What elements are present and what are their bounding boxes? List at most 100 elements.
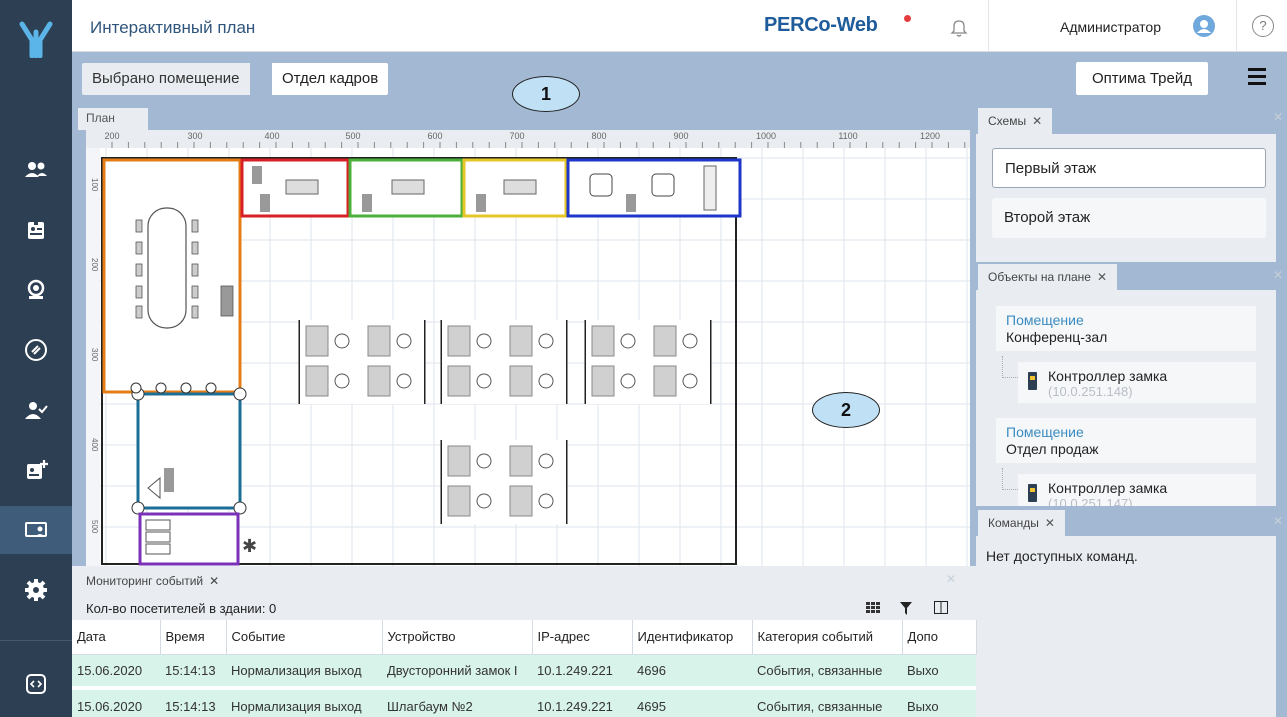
- list-item[interactable]: Контроллер замка (10.0.251.148): [1018, 362, 1256, 403]
- collapse-sidebar-icon[interactable]: [0, 660, 72, 708]
- id-card-icon[interactable]: [0, 206, 72, 254]
- right-panels: Схемы ✕ ✕ Первый этаж Второй этаж Объекты…: [976, 104, 1287, 717]
- list-item[interactable]: Помещение Конференц-зал: [996, 306, 1256, 351]
- visitors-count: Кол-во посетителей в здании: 0: [86, 601, 277, 616]
- plant-icon: ✱: [242, 536, 257, 556]
- table-cell: Нормализация выход: [226, 686, 382, 717]
- ruler-label: 900: [673, 131, 688, 141]
- column-header[interactable]: Событие: [226, 620, 383, 655]
- staff-icon[interactable]: [0, 146, 72, 194]
- user-name[interactable]: Администратор: [1060, 19, 1161, 35]
- table-row[interactable]: 15.06.2020 15:14:13 Нормализация выход Ш…: [72, 686, 976, 717]
- header-divider: [988, 0, 989, 52]
- device-ip: (10.0.251.148): [1048, 384, 1133, 399]
- close-icon[interactable]: ✕: [946, 572, 956, 586]
- device-name: Контроллер замка: [1048, 368, 1168, 384]
- table-cell: 4695: [632, 686, 752, 717]
- user-check-icon[interactable]: [0, 386, 72, 434]
- table-cell: 15:14:13: [160, 686, 226, 717]
- access-icon[interactable]: [0, 266, 72, 314]
- list-item[interactable]: Контроллер замка (10.0.251.147): [1018, 474, 1256, 506]
- add-card-icon[interactable]: [0, 446, 72, 494]
- commands-empty: Нет доступных команд.: [986, 548, 1138, 564]
- device-ip: (10.0.251.147): [1048, 496, 1133, 506]
- monitor-tools: [866, 601, 956, 617]
- close-icon[interactable]: ✕: [1273, 514, 1283, 528]
- events-table: Дата Время Событие Устройство IP-адрес И…: [72, 620, 977, 717]
- commands-panel: Нет доступных команд.: [976, 536, 1276, 717]
- table-cell: 15.06.2020: [72, 654, 160, 688]
- object-name: Конференц-зал: [1006, 329, 1108, 345]
- sidebar: [0, 0, 72, 717]
- column-header[interactable]: Время: [160, 620, 227, 655]
- column-header[interactable]: Идентификатор: [632, 620, 753, 655]
- room-hr-selected[interactable]: [136, 392, 242, 510]
- room-storage[interactable]: [138, 512, 240, 566]
- interactive-plan-icon[interactable]: [0, 506, 72, 554]
- settings-gear-icon[interactable]: [0, 566, 72, 614]
- close-icon[interactable]: ✕: [1273, 110, 1283, 124]
- ruler-label: 700: [509, 131, 524, 141]
- lock-controller-icon: [1028, 484, 1037, 502]
- tab-commands[interactable]: Команды ✕: [978, 510, 1065, 536]
- close-icon[interactable]: ✕: [209, 574, 219, 588]
- column-header[interactable]: Категория событий: [752, 620, 903, 655]
- list-item[interactable]: Помещение Отдел продаж: [996, 418, 1256, 463]
- tab-schemes[interactable]: Схемы ✕: [978, 108, 1053, 134]
- scheme-first-floor[interactable]: Первый этаж: [992, 148, 1266, 188]
- column-header[interactable]: Допо: [902, 620, 977, 655]
- tree-connector: [1002, 356, 1018, 378]
- perco-logo-icon[interactable]: [14, 18, 58, 58]
- column-header[interactable]: Устройство: [382, 620, 533, 655]
- hamburger-menu-icon[interactable]: [1248, 68, 1268, 86]
- ruler-label: 100: [90, 178, 99, 192]
- close-icon[interactable]: ✕: [1097, 270, 1107, 284]
- conference-table: [147, 207, 187, 329]
- callout-2: 2: [802, 392, 880, 428]
- ruler-label: 300: [90, 348, 99, 362]
- scheme-second-floor[interactable]: Второй этаж: [992, 198, 1266, 238]
- tree-connector: [1002, 468, 1018, 490]
- organization-button[interactable]: Оптима Трейд: [1076, 62, 1208, 95]
- tab-objects[interactable]: Объекты на плане ✕: [978, 264, 1117, 290]
- bell-icon[interactable]: [948, 16, 970, 38]
- column-header[interactable]: Дата: [72, 620, 161, 655]
- close-icon[interactable]: ✕: [1273, 268, 1283, 282]
- table-cell: 10.1.249.221: [532, 686, 632, 717]
- table-cell: Нормализация выход: [226, 654, 382, 688]
- plan-panel: План 200 300 400 500 600 700 800 900 100…: [72, 76, 976, 566]
- avatar[interactable]: [1193, 15, 1215, 37]
- columns-icon[interactable]: [934, 601, 948, 614]
- ruler-label: 400: [264, 131, 279, 141]
- close-icon[interactable]: ✕: [1032, 114, 1042, 128]
- cabinet: [164, 468, 174, 492]
- close-icon[interactable]: ✕: [1045, 516, 1055, 530]
- ruler-label: 1100: [838, 131, 857, 141]
- lock-controller-icon: [1028, 372, 1037, 390]
- table-cell: 15:14:13: [160, 654, 226, 688]
- ruler-label: 200: [90, 258, 99, 272]
- brand-dot: [904, 15, 911, 22]
- selected-room-value[interactable]: Отдел кадров: [272, 63, 389, 95]
- tab-monitoring-label: Мониторинг событий: [86, 574, 204, 588]
- tab-schemes-label: Схемы: [988, 114, 1027, 128]
- tab-monitoring[interactable]: Мониторинг событий ✕: [78, 570, 228, 594]
- table-cell: 4696: [632, 654, 752, 688]
- table-cell: Выхо: [902, 654, 976, 688]
- brand-logo: PERCo-Web: [764, 14, 878, 36]
- column-header[interactable]: IP-адрес: [532, 620, 633, 655]
- object-name: Отдел продаж: [1006, 441, 1099, 457]
- help-icon[interactable]: ?: [1252, 15, 1274, 37]
- filter-icon[interactable]: [900, 602, 912, 615]
- ruler-label: 1000: [756, 131, 776, 141]
- page-title: Интерактивный план: [90, 18, 256, 37]
- table-cell: 15.06.2020: [72, 686, 160, 717]
- floor-plan-canvas[interactable]: 100 200 300 400 500 ✱ ✱: [86, 148, 970, 566]
- object-kind: Помещение: [1006, 424, 1084, 440]
- tab-objects-label: Объекты на плане: [988, 270, 1091, 284]
- tab-plan[interactable]: План: [78, 108, 148, 130]
- link-icon[interactable]: [0, 326, 72, 374]
- grid-view-icon[interactable]: [866, 602, 880, 614]
- table-row[interactable]: 15.06.2020 15:14:13 Нормализация выход Д…: [72, 654, 976, 688]
- table-cell: События, связанные: [752, 654, 902, 688]
